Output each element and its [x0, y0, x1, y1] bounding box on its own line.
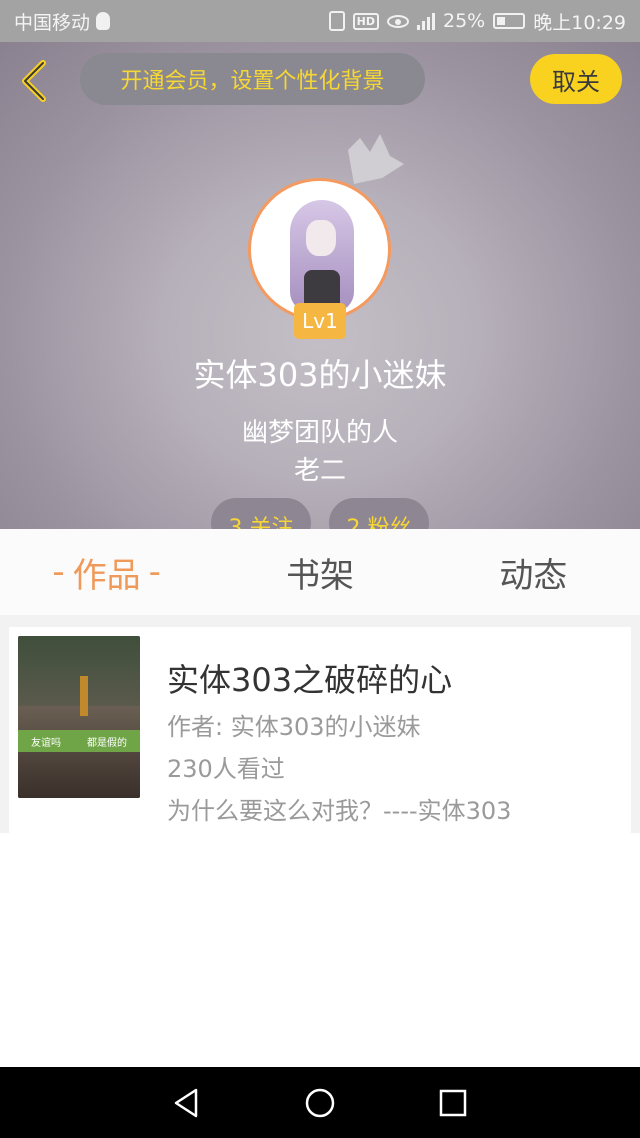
bio: 幽梦团队的人 老二 — [0, 414, 640, 490]
tab-activity[interactable]: 动态 — [427, 529, 640, 615]
tab-bookshelf[interactable]: 书架 — [213, 529, 426, 615]
tab-activity-label: 动态 — [499, 555, 568, 596]
book-description: 为什么要这么对我？----实体303 — [167, 797, 512, 825]
tab-indicator-right: - — [148, 552, 161, 592]
tab-works-label: 作品 — [72, 555, 141, 596]
status-bar: 中国移动 HD 25% 晚上10:29 — [0, 0, 640, 42]
vibrate-icon — [328, 11, 345, 31]
clock: 晚上10:29 — [533, 11, 626, 34]
tab-bookshelf-label: 书架 — [285, 555, 354, 596]
cover-text-left: 友谊吗 — [31, 737, 61, 749]
bio-line-2: 老二 — [293, 456, 346, 486]
username: 实体303的小迷妹 — [193, 356, 447, 394]
bio-line-1: 幽梦团队的人 — [241, 418, 398, 448]
carrier-label: 中国移动 — [14, 11, 91, 34]
qq-icon — [96, 12, 111, 30]
cover-text-right: 都是假的 — [87, 737, 127, 749]
profile-header: 开通会员，设置个性化背景 取关 Lv1 实体303的小迷妹 幽梦团队的人 老二 … — [0, 42, 640, 529]
status-left: 中国移动 — [14, 8, 111, 35]
battery-percent: 25% — [443, 10, 486, 32]
book-card[interactable]: 友谊吗 都是假的 实体303之破碎的心 作者: 实体303的小迷妹 230人看过… — [9, 627, 631, 833]
profile-tabs: - 作品 - 书架 动态 — [0, 529, 640, 615]
fans-count[interactable]: 2 粉丝 — [329, 498, 429, 529]
circle-home-icon[interactable] — [303, 1086, 337, 1120]
book-views: 230人看过 — [167, 755, 285, 783]
vip-background-promo[interactable]: 开通会员，设置个性化背景 — [80, 53, 425, 105]
chevron-left-icon — [22, 60, 46, 102]
tab-works[interactable]: - 作品 - — [0, 529, 213, 615]
book-author: 作者: 实体303的小迷妹 — [167, 713, 421, 741]
status-right: HD 25% 晚上10:29 — [328, 8, 626, 35]
battery-icon — [493, 13, 526, 29]
following-count[interactable]: 3 关注 — [211, 498, 311, 529]
level-badge: Lv1 — [294, 303, 346, 339]
system-nav-bar — [0, 1067, 640, 1138]
signal-icon — [417, 12, 435, 30]
book-title: 实体303之破碎的心 — [167, 661, 453, 699]
avatar[interactable] — [248, 178, 391, 321]
back-button[interactable] — [14, 58, 54, 104]
book-cover[interactable]: 友谊吗 都是假的 — [18, 636, 140, 798]
hd-icon: HD — [352, 12, 379, 30]
cover-band: 友谊吗 都是假的 — [18, 730, 140, 752]
avatar-image — [252, 182, 387, 317]
tab-indicator-left: - — [52, 552, 65, 592]
triangle-back-icon[interactable] — [170, 1086, 204, 1120]
unfollow-button[interactable]: 取关 — [530, 54, 622, 104]
eye-comfort-icon — [387, 14, 409, 28]
square-recent-icon[interactable] — [436, 1086, 470, 1120]
